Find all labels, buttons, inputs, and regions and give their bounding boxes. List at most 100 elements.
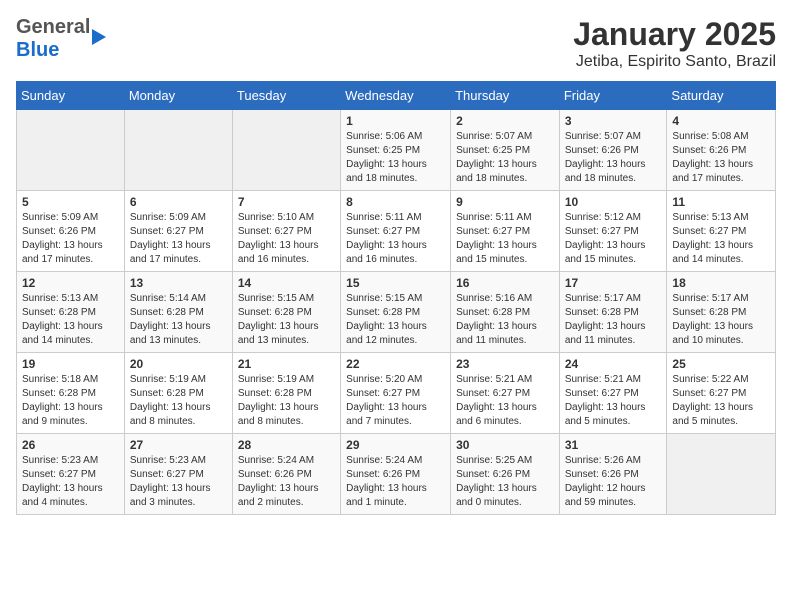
logo-general: General [16, 16, 90, 38]
day-number: 16 [456, 276, 554, 290]
day-number: 5 [22, 195, 119, 209]
day-number: 12 [22, 276, 119, 290]
day-info: Sunrise: 5:13 AM Sunset: 6:28 PM Dayligh… [22, 292, 119, 348]
day-info: Sunrise: 5:23 AM Sunset: 6:27 PM Dayligh… [22, 454, 119, 510]
day-number: 30 [456, 438, 554, 452]
day-number: 8 [346, 195, 445, 209]
calendar-cell [124, 110, 232, 191]
calendar-cell [667, 434, 776, 515]
weekday-header-sunday: Sunday [17, 82, 125, 110]
calendar-cell: 29 Sunrise: 5:24 AM Sunset: 6:26 PM Dayli… [341, 434, 451, 515]
calendar-cell: 15Sunrise: 5:15 AM Sunset: 6:28 PM Dayli… [341, 272, 451, 353]
day-info: Sunrise: 5:07 AM Sunset: 6:26 PM Dayligh… [565, 130, 662, 186]
calendar-cell: 1 Sunrise: 5:06 AM Sunset: 6:25 PM Daylig… [341, 110, 451, 191]
calendar-cell: 6Sunrise: 5:09 AM Sunset: 6:27 PM Daylig… [124, 191, 232, 272]
day-number: 24 [565, 357, 662, 371]
calendar-cell: 9Sunrise: 5:11 AM Sunset: 6:27 PM Daylig… [451, 191, 560, 272]
calendar-cell: 24Sunrise: 5:21 AM Sunset: 6:27 PM Dayli… [559, 353, 667, 434]
calendar-cell: 7 Sunrise: 5:10 AM Sunset: 6:27 PM Daylig… [232, 191, 340, 272]
calendar-week-row: 1 Sunrise: 5:06 AM Sunset: 6:25 PM Daylig… [17, 110, 776, 191]
calendar-cell: 27 Sunrise: 5:23 AM Sunset: 6:27 PM Dayli… [124, 434, 232, 515]
day-number: 29 [346, 438, 445, 452]
day-info: Sunrise: 5:10 AM Sunset: 6:27 PM Dayligh… [238, 211, 335, 267]
day-info: Sunrise: 5:17 AM Sunset: 6:28 PM Dayligh… [565, 292, 662, 348]
calendar-cell: 2Sunrise: 5:07 AM Sunset: 6:25 PM Daylig… [451, 110, 560, 191]
calendar-cell: 18Sunrise: 5:17 AM Sunset: 6:28 PM Dayli… [667, 272, 776, 353]
day-info: Sunrise: 5:11 AM Sunset: 6:27 PM Dayligh… [346, 211, 445, 267]
day-info: Sunrise: 5:18 AM Sunset: 6:28 PM Dayligh… [22, 373, 119, 429]
day-info: Sunrise: 5:16 AM Sunset: 6:28 PM Dayligh… [456, 292, 554, 348]
day-number: 28 [238, 438, 335, 452]
day-number: 23 [456, 357, 554, 371]
logo: General Blue [16, 16, 106, 62]
day-info: Sunrise: 5:24 AM Sunset: 6:26 PM Dayligh… [238, 454, 335, 510]
month-title: January 2025 [573, 16, 776, 53]
day-info: Sunrise: 5:23 AM Sunset: 6:27 PM Dayligh… [130, 454, 227, 510]
calendar-week-row: 19 Sunrise: 5:18 AM Sunset: 6:28 PM Dayli… [17, 353, 776, 434]
logo-text: General Blue [16, 16, 90, 62]
day-number: 1 [346, 114, 445, 128]
day-number: 31 [565, 438, 662, 452]
day-info: Sunrise: 5:11 AM Sunset: 6:27 PM Dayligh… [456, 211, 554, 267]
day-number: 21 [238, 357, 335, 371]
weekday-header-row: SundayMondayTuesdayWednesdayThursdayFrid… [17, 82, 776, 110]
calendar-cell: 5 Sunrise: 5:09 AM Sunset: 6:26 PM Daylig… [17, 191, 125, 272]
day-number: 25 [672, 357, 770, 371]
day-info: Sunrise: 5:09 AM Sunset: 6:26 PM Dayligh… [22, 211, 119, 267]
day-info: Sunrise: 5:09 AM Sunset: 6:27 PM Dayligh… [130, 211, 227, 267]
day-number: 10 [565, 195, 662, 209]
calendar-cell: 25 Sunrise: 5:22 AM Sunset: 6:27 PM Dayli… [667, 353, 776, 434]
day-info: Sunrise: 5:14 AM Sunset: 6:28 PM Dayligh… [130, 292, 227, 348]
day-info: Sunrise: 5:13 AM Sunset: 6:27 PM Dayligh… [672, 211, 770, 267]
title-area: January 2025 Jetiba, Espirito Santo, Bra… [573, 16, 776, 71]
day-info: Sunrise: 5:21 AM Sunset: 6:27 PM Dayligh… [456, 373, 554, 429]
day-number: 3 [565, 114, 662, 128]
day-info: Sunrise: 5:08 AM Sunset: 6:26 PM Dayligh… [672, 130, 770, 186]
day-number: 2 [456, 114, 554, 128]
calendar-cell [232, 110, 340, 191]
day-number: 20 [130, 357, 227, 371]
day-info: Sunrise: 5:25 AM Sunset: 6:26 PM Dayligh… [456, 454, 554, 510]
calendar-cell: 13 Sunrise: 5:14 AM Sunset: 6:28 PM Dayli… [124, 272, 232, 353]
calendar-cell: 14Sunrise: 5:15 AM Sunset: 6:28 PM Dayli… [232, 272, 340, 353]
calendar-cell: 31 Sunrise: 5:26 AM Sunset: 6:26 PM Dayli… [559, 434, 667, 515]
calendar-week-row: 12 Sunrise: 5:13 AM Sunset: 6:28 PM Dayli… [17, 272, 776, 353]
calendar-week-row: 5 Sunrise: 5:09 AM Sunset: 6:26 PM Daylig… [17, 191, 776, 272]
day-number: 11 [672, 195, 770, 209]
day-number: 26 [22, 438, 119, 452]
day-number: 22 [346, 357, 445, 371]
calendar-cell: 16 Sunrise: 5:16 AM Sunset: 6:28 PM Dayli… [451, 272, 560, 353]
calendar-cell: 22 Sunrise: 5:20 AM Sunset: 6:27 PM Dayli… [341, 353, 451, 434]
calendar-week-row: 26 Sunrise: 5:23 AM Sunset: 6:27 PM Dayli… [17, 434, 776, 515]
day-info: Sunrise: 5:19 AM Sunset: 6:28 PM Dayligh… [130, 373, 227, 429]
calendar-cell [17, 110, 125, 191]
day-number: 27 [130, 438, 227, 452]
day-info: Sunrise: 5:22 AM Sunset: 6:27 PM Dayligh… [672, 373, 770, 429]
calendar-cell: 30 Sunrise: 5:25 AM Sunset: 6:26 PM Dayli… [451, 434, 560, 515]
day-info: Sunrise: 5:20 AM Sunset: 6:27 PM Dayligh… [346, 373, 445, 429]
calendar-cell: 3 Sunrise: 5:07 AM Sunset: 6:26 PM Daylig… [559, 110, 667, 191]
day-info: Sunrise: 5:24 AM Sunset: 6:26 PM Dayligh… [346, 454, 445, 510]
calendar-cell: 23 Sunrise: 5:21 AM Sunset: 6:27 PM Dayli… [451, 353, 560, 434]
weekday-header-tuesday: Tuesday [232, 82, 340, 110]
weekday-header-friday: Friday [559, 82, 667, 110]
weekday-header-wednesday: Wednesday [341, 82, 451, 110]
day-info: Sunrise: 5:06 AM Sunset: 6:25 PM Dayligh… [346, 130, 445, 186]
day-info: Sunrise: 5:15 AM Sunset: 6:28 PM Dayligh… [346, 292, 445, 348]
calendar-cell: 12 Sunrise: 5:13 AM Sunset: 6:28 PM Dayli… [17, 272, 125, 353]
day-number: 13 [130, 276, 227, 290]
day-info: Sunrise: 5:26 AM Sunset: 6:26 PM Dayligh… [565, 454, 662, 510]
logo-blue: Blue [16, 39, 59, 61]
day-number: 7 [238, 195, 335, 209]
day-info: Sunrise: 5:12 AM Sunset: 6:27 PM Dayligh… [565, 211, 662, 267]
calendar-table: SundayMondayTuesdayWednesdayThursdayFrid… [16, 81, 776, 515]
calendar-cell: 17Sunrise: 5:17 AM Sunset: 6:28 PM Dayli… [559, 272, 667, 353]
day-number: 4 [672, 114, 770, 128]
day-number: 19 [22, 357, 119, 371]
day-info: Sunrise: 5:15 AM Sunset: 6:28 PM Dayligh… [238, 292, 335, 348]
day-info: Sunrise: 5:19 AM Sunset: 6:28 PM Dayligh… [238, 373, 335, 429]
location-title: Jetiba, Espirito Santo, Brazil [573, 53, 776, 71]
page-header: General Blue January 2025 Jetiba, Espiri… [16, 16, 776, 71]
logo-arrow-icon [92, 29, 106, 45]
calendar-cell: 11 Sunrise: 5:13 AM Sunset: 6:27 PM Dayli… [667, 191, 776, 272]
